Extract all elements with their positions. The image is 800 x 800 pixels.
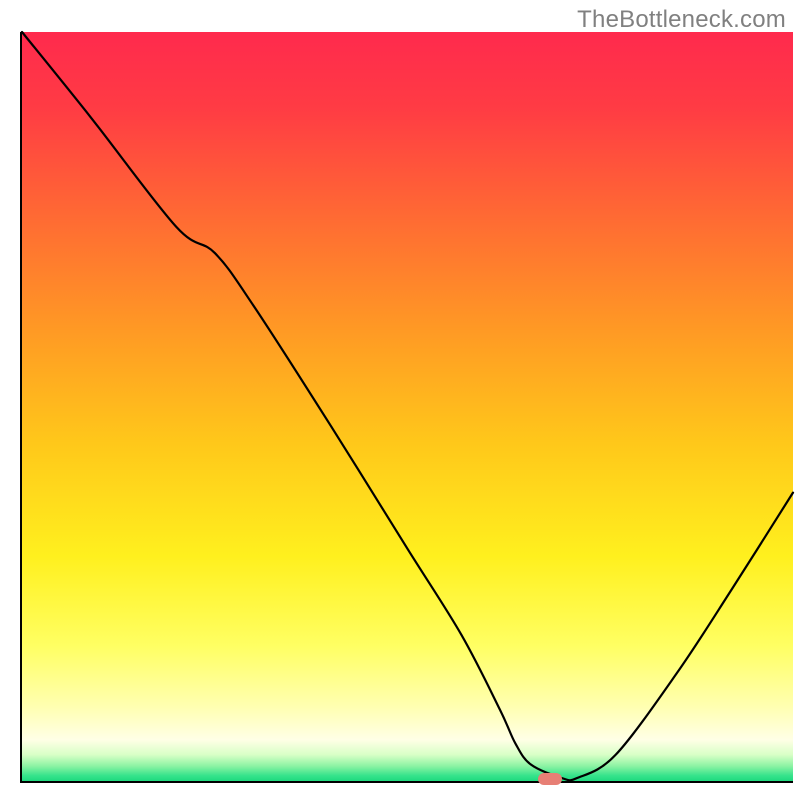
plot-area [20,32,793,783]
gradient-background [22,32,793,781]
plot-svg [22,32,793,781]
chart-container: TheBottleneck.com [0,0,800,800]
watermark-text: TheBottleneck.com [577,6,786,34]
